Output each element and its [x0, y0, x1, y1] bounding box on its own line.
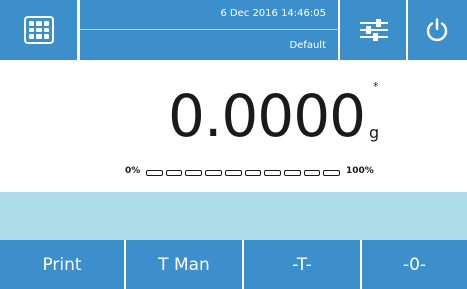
menu-button[interactable]: [0, 0, 77, 60]
user-profile: Default: [289, 40, 326, 51]
capacity-segment: [323, 169, 341, 176]
capacity-max-label: 100%: [346, 166, 374, 176]
capacity-segment: [244, 169, 262, 176]
status-panel[interactable]: 6 Dec 2016 14:46:05 Default: [80, 0, 338, 60]
action-bar: Print T Man -T- -0-: [0, 240, 467, 289]
power-button[interactable]: [408, 0, 467, 60]
capacity-segment: [165, 169, 183, 176]
tare-manual-button[interactable]: T Man: [126, 240, 242, 289]
capacity-segment: [205, 169, 222, 176]
weight-unit[interactable]: g: [369, 123, 379, 142]
sliders-icon: [360, 19, 388, 41]
capacity-segment: [303, 169, 321, 176]
date-time: 6 Dec 2016 14:46:05: [80, 0, 338, 30]
info-strip: [0, 192, 467, 240]
print-button[interactable]: Print: [0, 240, 124, 289]
capacity-segment: [283, 169, 301, 176]
capacity-min-label: 0%: [125, 166, 141, 176]
power-icon: [426, 18, 448, 42]
capacity-bar: [146, 169, 341, 176]
grid-menu-icon: [24, 16, 54, 44]
top-bar: 6 Dec 2016 14:46:05 Default: [0, 0, 467, 60]
weight-value: 0.0000: [168, 82, 366, 150]
weighing-display: 0.0000 * g 0% 100%: [0, 60, 467, 192]
capacity-segment: [224, 169, 242, 176]
settings-button[interactable]: [340, 0, 406, 60]
tare-button[interactable]: -T-: [244, 240, 360, 289]
capacity-segment: [185, 169, 203, 176]
zero-button[interactable]: -0-: [362, 240, 467, 289]
capacity-segment: [146, 169, 163, 176]
capacity-segment: [264, 169, 281, 176]
stability-indicator: *: [373, 80, 379, 93]
